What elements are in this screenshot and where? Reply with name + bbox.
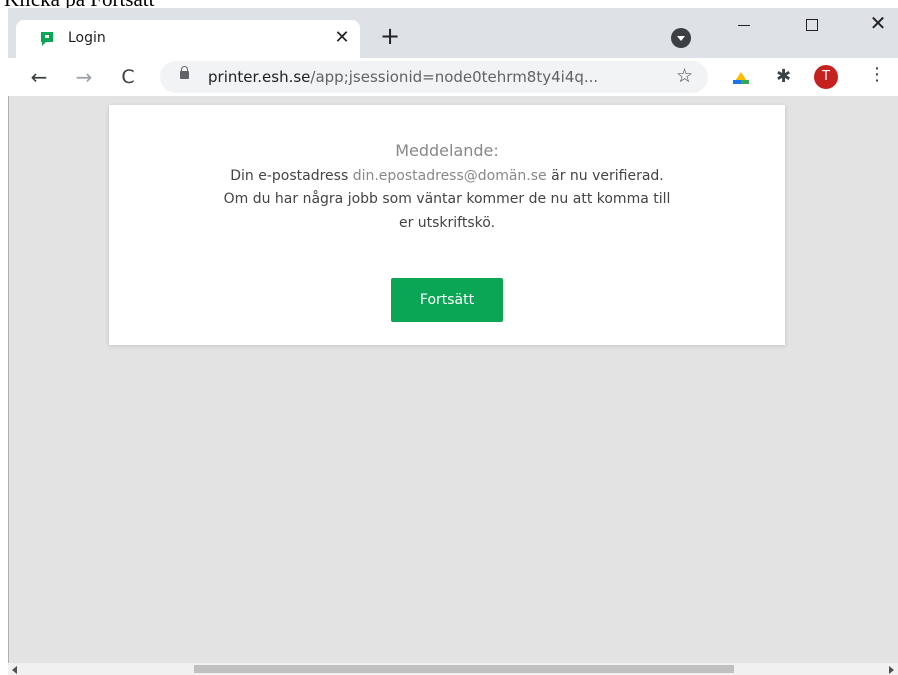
forward-arrow-icon[interactable]: → <box>71 64 97 90</box>
message-line-2: Om du har några jobb som väntar kommer d… <box>223 191 671 207</box>
extensions-puzzle-icon[interactable]: ✱ <box>776 66 791 87</box>
close-tab-icon[interactable]: ✕ <box>330 26 354 50</box>
message-suffix: är nu verifierad. <box>551 168 664 184</box>
maximize-button[interactable] <box>790 8 834 42</box>
address-bar[interactable]: printer.esh.se/app;jsessionid=node0tehrm… <box>160 61 708 93</box>
back-arrow-icon[interactable]: ← <box>26 64 52 90</box>
email-address: din.epostadress@domän.se <box>352 168 547 184</box>
bookmark-star-icon[interactable]: ☆ <box>676 65 693 87</box>
continue-button[interactable]: Fortsätt <box>391 278 503 322</box>
viewport-edge <box>8 96 9 663</box>
profile-avatar[interactable]: T <box>814 65 838 89</box>
browser-toolbar: ← → C printer.esh.se/app;jsessionid=node… <box>8 58 898 96</box>
google-drive-extension-icon[interactable] <box>733 72 749 84</box>
browser-window: Login ✕ + ✕ ← → C printer.esh.se/app;jse… <box>8 8 898 675</box>
message-card: Meddelande: Din e-postadress din.epostad… <box>109 105 785 345</box>
tab-login[interactable]: Login ✕ <box>16 20 360 58</box>
scroll-right-arrow-icon[interactable] <box>889 666 894 674</box>
url-text[interactable]: printer.esh.se/app;jsessionid=node0tehrm… <box>208 68 598 86</box>
tab-title: Login <box>68 30 106 46</box>
minimize-button[interactable] <box>721 8 765 42</box>
reload-icon[interactable]: C <box>115 64 141 90</box>
tab-search-icon[interactable] <box>671 28 691 48</box>
horizontal-scrollbar[interactable] <box>8 663 898 675</box>
message-prefix: Din e-postadress <box>230 168 349 184</box>
papercut-favicon-icon <box>41 32 53 46</box>
scrollbar-thumb[interactable] <box>194 665 734 673</box>
menu-kebab-icon[interactable]: ⋮ <box>868 64 886 85</box>
scroll-left-arrow-icon[interactable] <box>12 666 17 674</box>
lock-icon[interactable] <box>180 66 189 79</box>
message-heading: Meddelande: <box>395 141 499 160</box>
new-tab-button[interactable]: + <box>376 22 404 50</box>
message-line-3: er utskriftskö. <box>398 215 496 231</box>
message-line-1: Din e-postadress din.epostadress@domän.s… <box>109 168 785 184</box>
close-window-button[interactable]: ✕ <box>856 8 898 42</box>
page-viewport: Meddelande: Din e-postadress din.epostad… <box>8 96 898 663</box>
tab-strip: Login ✕ + ✕ <box>8 8 898 58</box>
